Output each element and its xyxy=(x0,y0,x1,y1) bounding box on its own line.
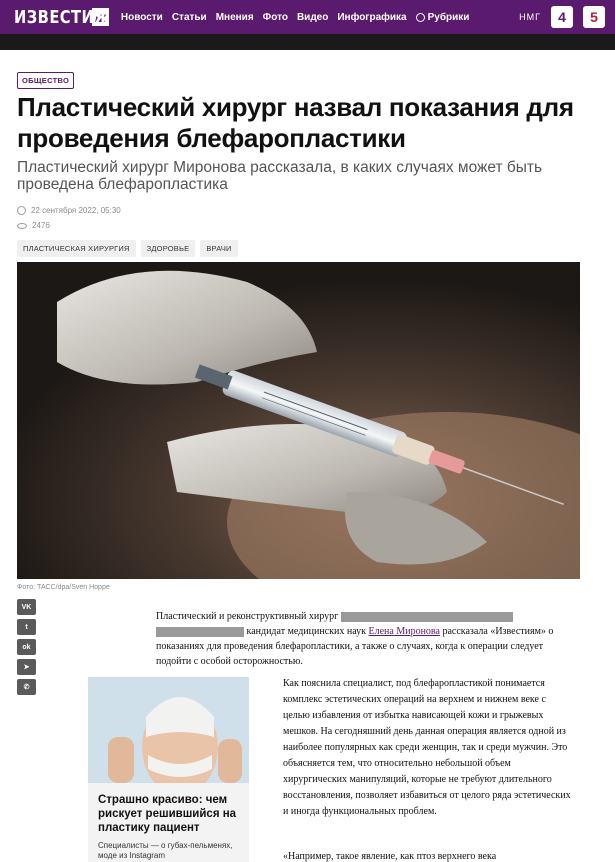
tag-doctors[interactable]: ВРАЧИ xyxy=(200,240,238,257)
channel-5-button[interactable]: 5 xyxy=(583,6,605,28)
rubric-badge[interactable]: ОБЩЕСТВО xyxy=(17,72,75,89)
tag-health[interactable]: ЗДОРОВЬЕ xyxy=(140,240,196,257)
article-views: 2476 xyxy=(32,221,50,230)
gear-icon xyxy=(415,12,425,22)
tag-list: ПЛАСТИЧЕСКАЯ ХИРУРГИЯ ЗДОРОВЬЕ ВРАЧИ xyxy=(17,240,238,257)
related-article-snippet: Специалисты — о губах-пельменях, моде из… xyxy=(98,841,233,860)
lead-text-2: кандидат медицинских наук xyxy=(246,626,367,637)
related-article-card[interactable]: Страшно красиво: чем рискует решившийся … xyxy=(88,677,249,862)
rubrics-label: Рубрики xyxy=(427,11,470,23)
nav-item-opinions[interactable]: Мнения xyxy=(216,12,254,23)
odnoklassniki-icon[interactable]: ok xyxy=(17,639,36,655)
twitter-icon[interactable]: t xyxy=(17,619,36,635)
nav-item-photo[interactable]: Фото xyxy=(263,12,288,23)
related-article-title: Страшно красиво: чем рискует решившийся … xyxy=(98,794,237,834)
face-bandage-illustration xyxy=(88,677,249,783)
lead-text-1: Пластический и реконструктивный хирург xyxy=(156,611,339,622)
eye-icon xyxy=(17,222,27,229)
redacted-block xyxy=(340,611,513,622)
article-date: 22 сентября 2022, 05:30 xyxy=(31,206,121,215)
photo-credit: Фото: ТАСС/dpa/Sven Hoppe xyxy=(17,584,110,591)
clock-icon xyxy=(17,206,26,215)
article-title: Пластический хирург назвал показания для… xyxy=(17,92,574,153)
secondary-dark-bar xyxy=(0,34,615,50)
top-navigation-bar: ИЗВЕСТИЯ iz Новости Статьи Мнения Фото В… xyxy=(0,0,615,34)
author-link[interactable]: Елена Миронова xyxy=(369,626,440,637)
hero-image xyxy=(17,262,580,579)
article-lead: Пластический и реконструктивный хирург к… xyxy=(156,609,576,669)
hero-syringe-illustration xyxy=(17,262,580,579)
related-article-image xyxy=(88,677,249,783)
article-paragraph-1: Как пояснила специалист, под блефароплас… xyxy=(283,678,571,817)
nav-item-articles[interactable]: Статьи xyxy=(172,12,207,23)
article-paragraph-2: «Например, такое явление, как птоз верхн… xyxy=(283,851,497,862)
tag-plastic-surgery[interactable]: ПЛАСТИЧЕСКАЯ ХИРУРГИЯ xyxy=(17,240,136,257)
article-date-row: 22 сентября 2022, 05:30 xyxy=(17,206,121,215)
vk-icon[interactable]: VK xyxy=(17,599,36,615)
izvestia-logo[interactable]: ИЗВЕСТИЯ iz xyxy=(14,0,109,34)
nav-item-news[interactable]: Новости xyxy=(121,12,163,23)
viber-icon[interactable]: ✆ xyxy=(17,679,36,695)
channel-4-button[interactable]: 4 xyxy=(551,6,573,28)
share-buttons: VK t ok ➤ ✆ xyxy=(17,599,36,695)
nav-item-infographics[interactable]: Инфографика xyxy=(337,12,406,23)
article-subtitle: Пластический хирург Миронова рассказала,… xyxy=(17,159,543,193)
redacted-block xyxy=(156,626,244,637)
main-nav: Новости Статьи Мнения Фото Видео Инфогра… xyxy=(121,12,479,23)
nav-item-rubrics[interactable]: Рубрики xyxy=(415,11,470,23)
media-group-links: НМГ 4 5 xyxy=(519,0,605,34)
telegram-icon[interactable]: ➤ xyxy=(17,659,36,675)
nav-item-video[interactable]: Видео xyxy=(297,12,328,23)
article-views-row: 2476 xyxy=(17,221,50,230)
logo-text: ИЗВЕСТИЯ xyxy=(14,6,107,28)
nmg-logo[interactable]: НМГ xyxy=(519,12,541,22)
